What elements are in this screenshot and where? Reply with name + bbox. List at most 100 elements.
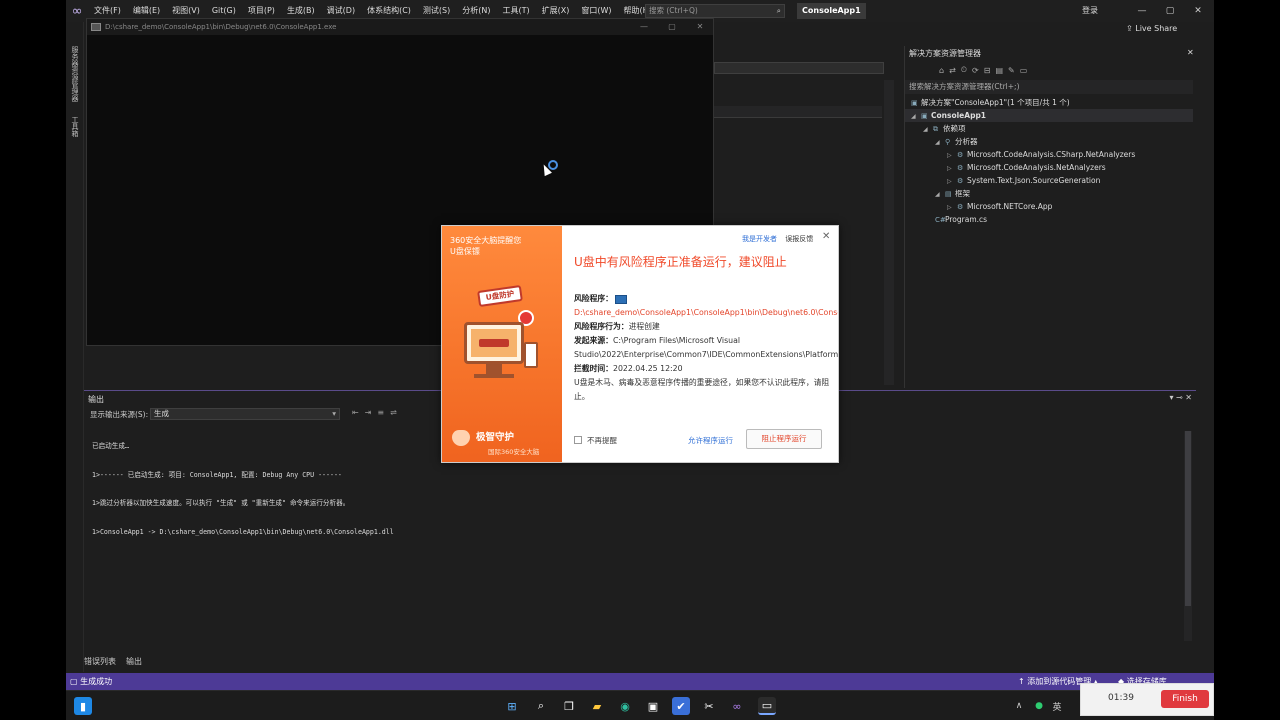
tree-item-label: Microsoft.CodeAnalysis.CSharp.NetAnalyze… bbox=[967, 150, 1136, 159]
tree-item-file[interactable]: C#Program.cs bbox=[905, 213, 1193, 226]
tree-item-analyzer[interactable]: ▷ ⚙ System.Text.Json.SourceGeneration bbox=[905, 174, 1193, 187]
editor-dropdown[interactable] bbox=[714, 62, 884, 74]
output-source-label: 显示输出来源(S): bbox=[90, 410, 149, 419]
dialog-headline: U盘中有风险程序正准备运行，建议阻止 bbox=[574, 255, 787, 269]
monitor-stand bbox=[486, 364, 502, 374]
console-maximize-icon[interactable]: ▢ bbox=[663, 19, 681, 35]
warning-text: U盘是木马、病毒及恶意程序传播的重要途径，如果您不认识此程序，请阻止。 bbox=[574, 378, 830, 401]
tray-app-icon[interactable]: ● bbox=[1030, 697, 1048, 715]
refresh-icon[interactable]: ⟳ bbox=[972, 66, 979, 75]
usb-protection-dialog: 360安全大脑提醒您 U盘保镖 U盘防护 极智守护 国际360安全大脑 我是开发… bbox=[441, 225, 839, 463]
tab-output[interactable]: 输出 bbox=[126, 656, 142, 668]
console-minimize-icon[interactable]: — bbox=[635, 19, 653, 35]
search-icon: ⌕ bbox=[776, 6, 781, 15]
clear-all-icon[interactable]: ≡ bbox=[377, 408, 390, 417]
console-close-icon[interactable]: ✕ bbox=[691, 19, 709, 35]
report-false-positive-link[interactable]: 误报反馈 bbox=[785, 235, 813, 243]
show-all-files-icon[interactable]: ▤ bbox=[995, 66, 1003, 75]
tree-item-frameworks[interactable]: ◢ ▤ 框架 bbox=[905, 187, 1193, 200]
prev-message-icon[interactable]: ⇤ bbox=[352, 408, 365, 417]
tree-item-solution[interactable]: ▣ 解决方案"ConsoleApp1"(1 个项目/共 1 个) bbox=[905, 96, 1193, 109]
tray-chevron-icon[interactable]: ∧ bbox=[1010, 697, 1028, 715]
pin-icon[interactable]: ⊸ bbox=[1176, 393, 1183, 402]
tree-item-analyzers[interactable]: ◢ ⚲ 分析器 bbox=[905, 135, 1193, 148]
server-explorer-tab[interactable]: 服务器资源管理器 bbox=[70, 46, 80, 102]
preview-icon[interactable]: ▭ bbox=[1020, 66, 1028, 75]
left-tool-strip: 服务器资源管理器 工具箱 bbox=[66, 22, 84, 672]
store-icon[interactable]: ▣ bbox=[644, 697, 662, 715]
collapse-all-icon[interactable]: ⊟ bbox=[984, 66, 991, 75]
output-source-value: 生成 bbox=[154, 409, 169, 418]
tree-item-analyzer[interactable]: ▷ ⚙ Microsoft.CodeAnalysis.NetAnalyzers bbox=[905, 161, 1193, 174]
console-title-bar: D:\cshare_demo\ConsoleApp1\bin\Debug\net… bbox=[87, 19, 713, 35]
no-remind-checkbox[interactable] bbox=[574, 436, 582, 444]
app-icon[interactable]: ✔ bbox=[672, 697, 690, 715]
csharp-file-icon: C# bbox=[935, 216, 946, 224]
guard-title: 极智守护 bbox=[452, 429, 514, 446]
status-bar: ▢ 生成成功 ↑ 添加到源代码管理 ▴ ◆ 选择存储库 bbox=[66, 673, 1214, 690]
maximize-icon[interactable]: ▢ bbox=[1156, 0, 1184, 22]
snipping-tool-icon[interactable]: ✂ bbox=[700, 697, 718, 715]
source-row: 发起来源：C:\Program Files\Microsoft Visual S… bbox=[574, 334, 838, 362]
input-language[interactable]: 英 bbox=[1048, 697, 1066, 715]
dialog-close-icon[interactable]: ✕ bbox=[822, 231, 830, 242]
login-link[interactable]: 登录 bbox=[1082, 0, 1098, 22]
monitor-base bbox=[474, 374, 514, 378]
developer-link[interactable]: 我是开发者 bbox=[742, 235, 777, 243]
risk-path: D:\cshare_demo\ConsoleApp1\ConsoleApp1\b… bbox=[574, 308, 838, 317]
close-icon[interactable]: ✕ bbox=[1184, 0, 1212, 22]
switch-view-icon[interactable]: ⇄ bbox=[949, 66, 956, 75]
tree-item-label: 依赖项 bbox=[943, 124, 966, 133]
tree-item-dependencies[interactable]: ◢ ⧉ 依赖项 bbox=[905, 122, 1193, 135]
tree-item-framework[interactable]: ▷ ⚙ Microsoft.NETCore.App bbox=[905, 200, 1193, 213]
tab-error-list[interactable]: 错误列表 bbox=[84, 656, 116, 668]
edge-browser-icon[interactable]: ◉ bbox=[616, 697, 634, 715]
source-value: C:\Program Files\Microsoft Visual Studio… bbox=[574, 336, 839, 359]
tree-item-project[interactable]: ◢ ▣ ConsoleApp1 bbox=[905, 109, 1193, 122]
live-share-label: Live Share bbox=[1135, 24, 1178, 33]
scrollbar-thumb[interactable] bbox=[1185, 431, 1191, 606]
live-share-button[interactable]: ⇪ Live Share bbox=[1126, 24, 1177, 33]
solution-search-input[interactable]: 搜索解决方案资源管理器(Ctrl+;) bbox=[905, 80, 1193, 94]
tree-item-analyzer[interactable]: ▷ ⚙ Microsoft.CodeAnalysis.CSharp.NetAnaly… bbox=[905, 148, 1193, 161]
minimize-icon[interactable]: — bbox=[1128, 0, 1156, 22]
guard-text: 极智守护 bbox=[476, 432, 515, 443]
output-text[interactable]: 已启动生成… 1>------ 已启动生成: 项目: ConsoleApp1, … bbox=[92, 423, 394, 556]
dialog-footer: 不再提醒 允许程序运行 阻止程序运行 bbox=[574, 429, 830, 454]
home-icon[interactable]: ⌂ bbox=[939, 66, 944, 75]
dropdown-icon[interactable]: ▾ bbox=[1169, 393, 1173, 402]
visual-studio-icon[interactable]: ∞ bbox=[728, 697, 746, 715]
search-input[interactable]: 搜索 (Ctrl+Q) ⌕ bbox=[645, 4, 785, 18]
show-desktop-icon[interactable]: ▮ bbox=[74, 697, 92, 715]
solution-explorer-close-icon[interactable]: ✕ bbox=[1187, 48, 1194, 57]
editor-scrollbar[interactable] bbox=[884, 80, 894, 385]
word-wrap-icon[interactable]: ⇌ bbox=[390, 408, 403, 417]
task-view-icon[interactable]: ❐ bbox=[560, 697, 578, 715]
time-row: 拦截时间：2022.04.25 12:20 bbox=[574, 362, 830, 376]
shield-icon bbox=[452, 429, 470, 446]
file-explorer-icon[interactable]: ▰ bbox=[588, 697, 606, 715]
output-source-select[interactable]: 生成 ▾ bbox=[150, 408, 340, 420]
next-message-icon[interactable]: ⇥ bbox=[365, 408, 378, 417]
properties-icon[interactable]: ✎ bbox=[1008, 66, 1015, 75]
block-program-button[interactable]: 阻止程序运行 bbox=[746, 429, 822, 449]
output-scrollbar[interactable] bbox=[1184, 431, 1192, 641]
solution-explorer-toolbar: ⌂ ⇄ ⏲ ⟳ ⊟ ▤ ✎ ▭ bbox=[905, 62, 1197, 78]
search-taskbar-icon[interactable]: ⌕ bbox=[532, 697, 550, 715]
tree-item-label: Microsoft.NETCore.App bbox=[967, 202, 1053, 211]
tree-item-label: ConsoleApp1 bbox=[931, 111, 987, 120]
output-line: 1>------ 已启动生成: 项目: ConsoleApp1, 配置: Deb… bbox=[92, 470, 342, 479]
finish-recording-button[interactable]: Finish bbox=[1161, 690, 1209, 708]
monitor-icon bbox=[464, 322, 524, 364]
risk-label: 风险程序： bbox=[574, 294, 613, 303]
toolbox-tab[interactable]: 工具箱 bbox=[70, 116, 80, 137]
brand-line-2: U盘保镖 bbox=[450, 247, 480, 256]
solution-explorer-title-text: 解决方案资源管理器 bbox=[909, 49, 981, 58]
tree-item-label: Program.cs bbox=[945, 215, 988, 224]
allow-program-link[interactable]: 允许程序运行 bbox=[688, 435, 733, 446]
output-close-icon[interactable]: ✕ bbox=[1185, 393, 1192, 402]
dialog-top-links: 我是开发者 误报反馈 bbox=[742, 234, 813, 244]
terminal-icon[interactable]: ▭ bbox=[758, 697, 776, 715]
history-icon[interactable]: ⏲ bbox=[961, 65, 967, 75]
start-menu-icon[interactable]: ⊞ bbox=[503, 697, 521, 715]
